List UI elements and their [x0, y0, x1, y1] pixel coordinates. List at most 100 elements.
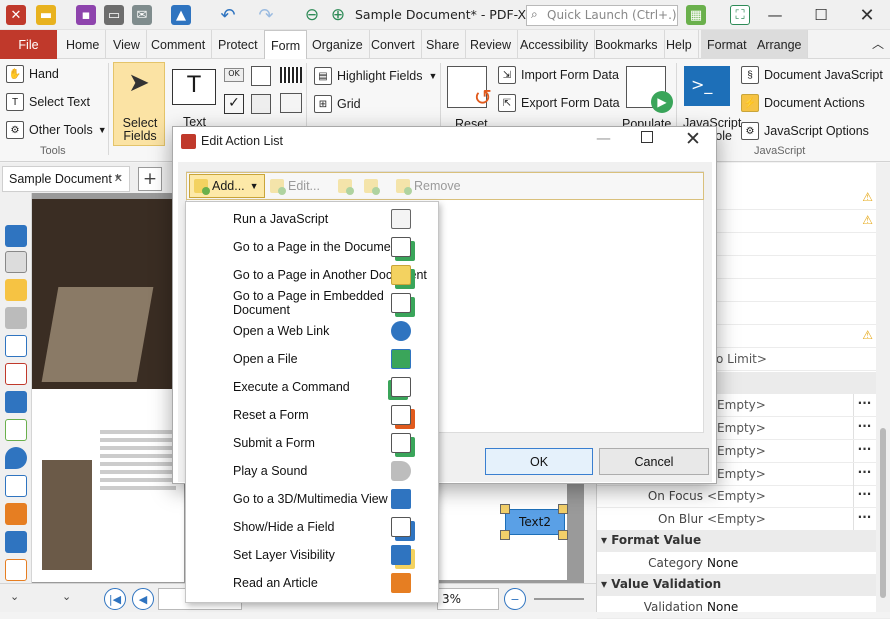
menu-item-set-layer-visibility[interactable]: Set Layer Visibility: [185, 541, 439, 569]
document-tab[interactable]: Sample Document * ✕: [2, 166, 130, 192]
zoom-input[interactable]: 3%: [437, 588, 499, 610]
tab-arrange[interactable]: Arrange: [751, 30, 809, 59]
validation-row[interactable]: Validation None: [597, 596, 890, 619]
tab-organize[interactable]: Organize: [306, 30, 370, 59]
tab-accessibility[interactable]: Accessibility: [514, 30, 596, 59]
edit-action-button[interactable]: Edit...: [270, 174, 320, 198]
back-icon[interactable]: ⊖: [302, 5, 322, 25]
previous-page-button[interactable]: ◀: [132, 588, 154, 610]
combobox-field-icon[interactable]: [251, 94, 271, 114]
tab-file[interactable]: File: [0, 30, 57, 59]
dialog-maximize-button[interactable]: [641, 131, 653, 143]
document-javascript-button[interactable]: § Document JavaScript: [741, 66, 883, 84]
remove-action-button[interactable]: Remove: [396, 174, 461, 198]
text-field-widget[interactable]: Text2: [505, 509, 565, 535]
menu-item-open-file[interactable]: Open a File: [185, 345, 439, 373]
listbox-field-icon[interactable]: [251, 66, 271, 86]
format-value-section[interactable]: ▾ Format Value: [597, 530, 879, 552]
first-page-button[interactable]: |◀: [104, 588, 126, 610]
more-button[interactable]: ···: [853, 417, 875, 439]
menu-item-execute-command[interactable]: Execute a Command: [185, 373, 439, 401]
collapse-ribbon-icon[interactable]: ︿: [872, 35, 884, 52]
more-button[interactable]: ···: [853, 463, 875, 485]
resize-handle[interactable]: [500, 504, 510, 514]
dialog-close-button[interactable]: ✕: [685, 128, 701, 150]
menu-item-reset-form[interactable]: Reset a Form: [185, 401, 439, 429]
dialog-minimize-button[interactable]: —: [596, 129, 611, 147]
category-row[interactable]: Category None: [597, 552, 890, 575]
select-fields-button[interactable]: ➤ Select Fields: [113, 62, 165, 146]
date-field-icon[interactable]: [280, 93, 302, 113]
cancel-button[interactable]: Cancel: [599, 448, 709, 475]
menu-item-read-article[interactable]: Read an Article: [185, 569, 439, 597]
structure-icon[interactable]: [5, 475, 27, 497]
resize-handle[interactable]: [558, 530, 568, 540]
tab-home[interactable]: Home: [60, 30, 107, 59]
export-form-data-button[interactable]: ⇱ Export Form Data: [498, 94, 620, 112]
grid-button[interactable]: ⊞ Grid: [314, 95, 361, 113]
maximize-button[interactable]: ☐: [798, 0, 844, 30]
pages-icon[interactable]: [5, 251, 27, 273]
destinations-icon[interactable]: [5, 363, 27, 385]
tags-icon[interactable]: [5, 419, 27, 441]
tab-share[interactable]: Share: [420, 30, 467, 59]
tag-icon[interactable]: [5, 531, 27, 553]
tab-convert[interactable]: Convert: [365, 30, 422, 59]
tab-view[interactable]: View: [107, 30, 147, 59]
button-field-icon[interactable]: OK: [224, 68, 244, 82]
more-button[interactable]: ···: [853, 508, 875, 530]
zoom-out-button[interactable]: −: [504, 588, 526, 610]
save-icon[interactable]: ▪: [76, 5, 96, 25]
customize-icon[interactable]: ▦: [686, 5, 706, 25]
new-tab-button[interactable]: +: [138, 167, 162, 191]
text-field-icon[interactable]: T: [172, 69, 216, 105]
on-focus-row[interactable]: On Focus <Empty> ···: [597, 485, 890, 508]
resize-handle[interactable]: [500, 530, 510, 540]
location-icon[interactable]: [5, 447, 27, 469]
javascript-options-button[interactable]: ⚙ JavaScript Options: [741, 122, 869, 140]
attachments-icon[interactable]: [5, 307, 27, 329]
add-action-button[interactable]: Add... ▼: [189, 174, 265, 198]
move-up-button[interactable]: [338, 174, 356, 198]
menu-item-run-javascript[interactable]: Run a JavaScript: [185, 205, 439, 233]
links-icon[interactable]: [5, 503, 27, 525]
bookmarks-icon[interactable]: [5, 225, 27, 247]
undo-icon[interactable]: ↶: [218, 5, 238, 26]
open-folder-icon[interactable]: ▬: [36, 5, 56, 25]
tab-form[interactable]: Form: [264, 30, 308, 60]
close-button[interactable]: ✕: [844, 0, 890, 30]
quick-launch-input[interactable]: ⌕ Quick Launch (Ctrl+.): [526, 5, 678, 26]
tab-protect[interactable]: Protect: [212, 30, 265, 59]
scan-icon[interactable]: ▲: [171, 5, 191, 25]
menu-item-goto-other-document[interactable]: Go to a Page in Another Document: [185, 261, 439, 289]
menu-item-submit-form[interactable]: Submit a Form: [185, 429, 439, 457]
content-icon[interactable]: [5, 335, 27, 357]
email-icon[interactable]: ✉: [132, 5, 152, 25]
layers-icon[interactable]: [5, 391, 27, 413]
tab-comment[interactable]: Comment: [145, 30, 213, 59]
move-down-button[interactable]: [364, 174, 382, 198]
hand-tool-button[interactable]: ✋ Hand: [6, 65, 59, 83]
import-form-data-button[interactable]: ⇲ Import Form Data: [498, 66, 619, 84]
fields-icon[interactable]: [5, 559, 27, 581]
menu-item-play-sound[interactable]: Play a Sound: [185, 457, 439, 485]
print-icon[interactable]: ▭: [104, 5, 124, 25]
javascript-console-icon[interactable]: >_: [684, 66, 730, 106]
document-actions-button[interactable]: ⚡ Document Actions: [741, 94, 865, 112]
scrollbar-thumb[interactable]: [880, 428, 886, 598]
on-blur-row[interactable]: On Blur <Empty> ···: [597, 508, 890, 531]
comments-icon[interactable]: [5, 279, 27, 301]
other-tools-button[interactable]: ⚙ Other Tools ▼: [6, 121, 107, 139]
menu-item-goto-embedded-document[interactable]: Go to a Page in Embedded Document: [185, 289, 439, 317]
tab-close-icon[interactable]: ✕: [114, 172, 123, 185]
menu-item-3d-multimedia-view[interactable]: Go to a 3D/Multimedia View: [185, 485, 439, 513]
menu-item-goto-page[interactable]: Go to a Page in the Document: [185, 233, 439, 261]
populate-icon[interactable]: ▶: [626, 66, 673, 113]
tab-review[interactable]: Review: [464, 30, 518, 59]
zoom-slider[interactable]: [534, 598, 584, 600]
highlight-fields-button[interactable]: ▤ Highlight Fields ▼: [314, 67, 437, 85]
resize-handle[interactable]: [558, 504, 568, 514]
redo-icon[interactable]: ↷: [256, 5, 276, 26]
forward-icon[interactable]: ⊕: [328, 5, 348, 25]
menu-item-open-web-link[interactable]: Open a Web Link: [185, 317, 439, 345]
